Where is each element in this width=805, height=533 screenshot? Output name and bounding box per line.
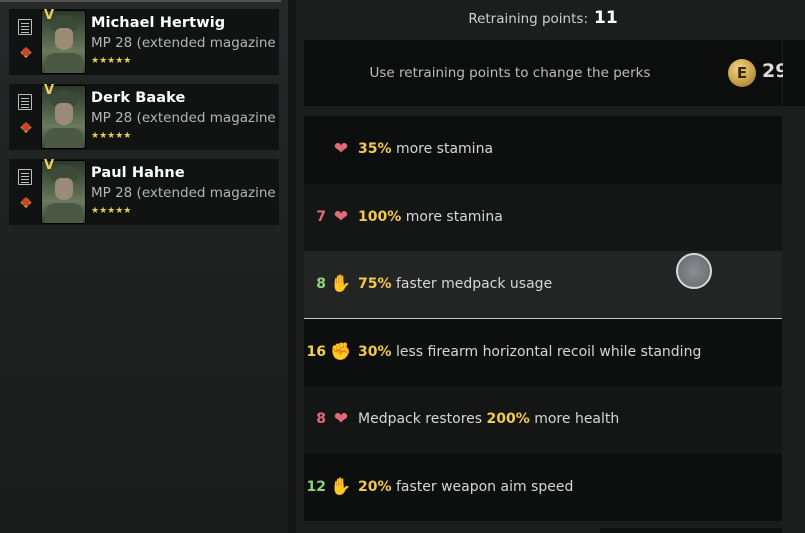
perks-panel: Retraining points: 11 Use retraining poin…: [296, 0, 805, 533]
heart-pulse-icon: ❤: [333, 139, 349, 159]
star-rating: ★★★★★: [91, 131, 132, 141]
member-side-icons: ❖: [13, 84, 39, 150]
soldier-weapon: MP 28 (extended magazine: [91, 110, 276, 126]
squad-member-row[interactable]: ❖ V Derk Baake MP 28 (extended magazine …: [9, 83, 279, 150]
member-side-icons: ❖: [13, 9, 39, 75]
perk-item[interactable]: 12 ✋ 20% faster weapon aim speed: [304, 453, 782, 521]
fist-icon: ✊: [330, 341, 352, 362]
perk-text: Medpack restores 200% more health: [358, 386, 619, 453]
rank-mark: V: [44, 8, 55, 23]
perk-cost: 12: [306, 478, 326, 495]
perk-item[interactable]: ❤ 35% more stamina: [304, 116, 782, 184]
soldier-name: Michael Hertwig: [91, 15, 226, 31]
rank-badge-icon: ❖: [16, 45, 36, 61]
perk-desc: more stamina: [401, 208, 503, 225]
retraining-points-value: 11: [594, 8, 618, 28]
hand-medkit-icon: ✋: [330, 274, 352, 294]
star-rating: ★★★★★: [91, 56, 132, 66]
soldier-weapon: MP 28 (extended magazine: [91, 185, 276, 201]
perk-cost: 8: [316, 276, 326, 292]
list-icon[interactable]: [18, 169, 32, 185]
perk-text: 30% less firearm horizontal recoil while…: [358, 319, 701, 386]
perk-cost: 8: [316, 411, 326, 427]
perk-item[interactable]: 8 ❤ Medpack restores 200% more health: [304, 386, 782, 454]
perk-list: ❤ 35% more stamina 7 ❤ 100% more stamina…: [304, 116, 782, 521]
retraining-info-text: Use retraining points to change the perk…: [369, 65, 651, 81]
perk-desc: faster medpack usage: [391, 276, 553, 292]
hand-aim-icon: ✋: [330, 476, 352, 497]
soldier-name: Derk Baake: [91, 90, 186, 106]
perk-text: 20% faster weapon aim speed: [358, 454, 573, 521]
cursor-icon: [676, 253, 712, 289]
perk-desc: faster weapon aim speed: [391, 478, 574, 495]
perk-value: 20%: [358, 478, 392, 495]
perk-desc: more health: [529, 411, 620, 427]
member-side-icons: ❖: [13, 159, 39, 225]
perk-value: 35%: [358, 141, 392, 157]
heart-pulse-icon: ❤: [333, 206, 349, 227]
rank-badge-icon: ❖: [16, 120, 36, 136]
perk-cost: 7: [316, 208, 326, 225]
panel-edge: [783, 40, 805, 106]
squad-member-row[interactable]: ❖ V Michael Hertwig MP 28 (extended maga…: [9, 8, 279, 75]
soldier-name: Paul Hahne: [91, 165, 185, 181]
panel-gap: [288, 0, 296, 533]
soldier-weapon: MP 28 (extended magazine: [91, 35, 276, 51]
squad-panel: ❖ V Michael Hertwig MP 28 (extended maga…: [0, 0, 288, 533]
perk-text: 35% more stamina: [358, 116, 493, 183]
perk-desc: less firearm horizontal recoil while sta…: [391, 343, 702, 360]
perk-cost: 16: [306, 343, 326, 360]
rank-mark: V: [44, 83, 55, 98]
perk-item-selected[interactable]: 8 ✋ 75% faster medpack usage: [304, 251, 782, 319]
perk-item[interactable]: 7 ❤ 100% more stamina: [304, 183, 782, 251]
star-rating: ★★★★★: [91, 206, 132, 216]
retraining-points-header: Retraining points: 11: [304, 0, 782, 38]
perk-item[interactable]: 16 ✊ 30% less firearm horizontal recoil …: [304, 318, 782, 386]
retraining-info-box: Use retraining points to change the perk…: [304, 40, 788, 106]
bottom-tab: [600, 528, 782, 533]
coin-icon: E: [728, 59, 756, 87]
heart-pulse-icon: ❤: [333, 409, 349, 429]
perk-prefix: Medpack restores: [358, 411, 487, 427]
perk-value: 200%: [486, 411, 530, 427]
perk-value: 75%: [358, 276, 392, 292]
list-icon[interactable]: [18, 19, 32, 35]
panel-divider: [0, 0, 281, 2]
retraining-points-label: Retraining points:: [468, 11, 588, 27]
rank-mark: V: [44, 158, 55, 173]
squad-member-row[interactable]: ❖ V Paul Hahne MP 28 (extended magazine …: [9, 158, 279, 225]
perk-text: 75% faster medpack usage: [358, 251, 552, 318]
perk-value: 30%: [358, 343, 392, 360]
perk-value: 100%: [358, 208, 402, 225]
perk-desc: more stamina: [391, 141, 494, 157]
list-icon[interactable]: [18, 94, 32, 110]
rank-badge-icon: ❖: [16, 195, 36, 211]
perk-text: 100% more stamina: [358, 184, 503, 251]
